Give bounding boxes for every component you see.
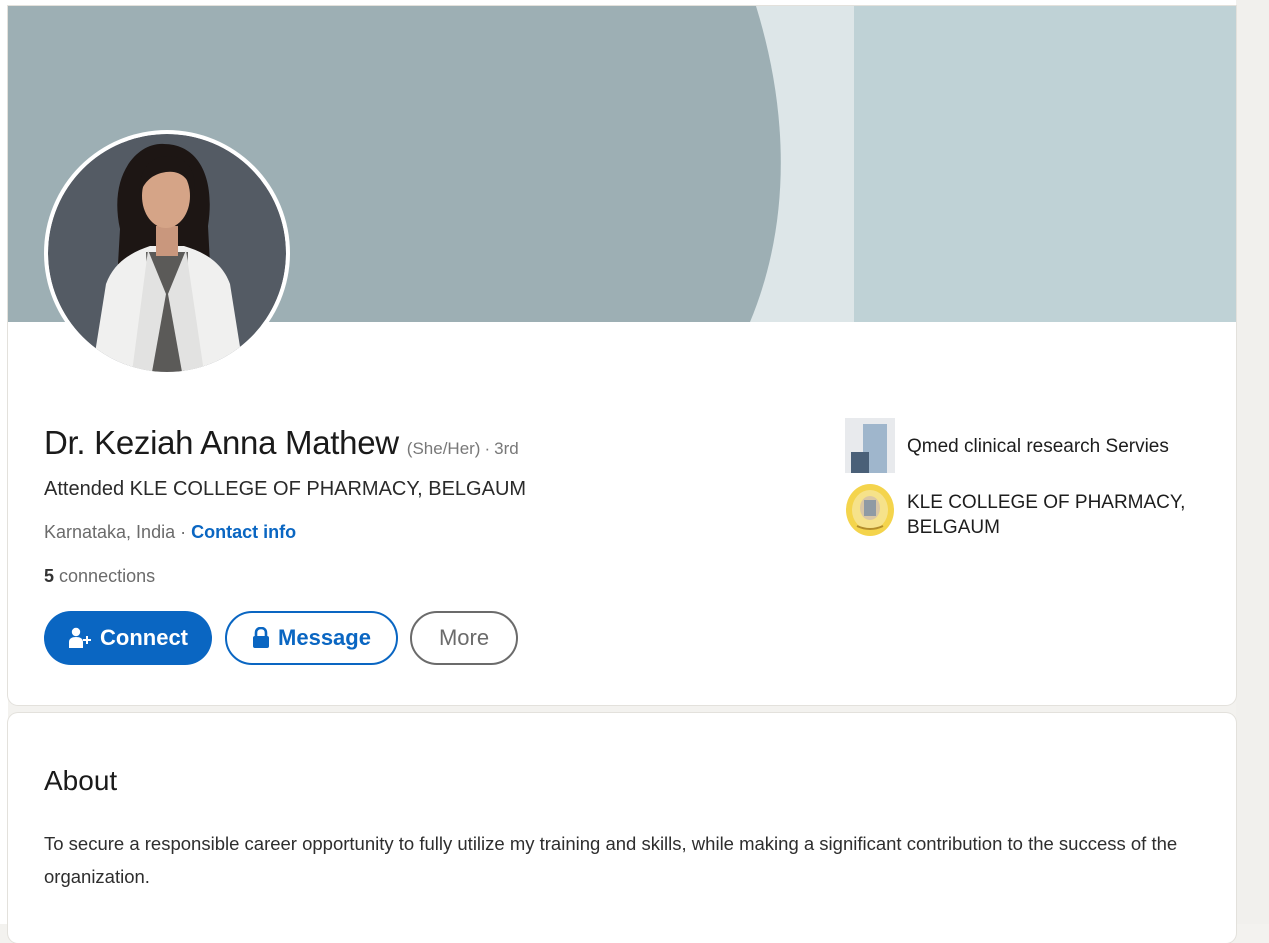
message-button[interactable]: Message bbox=[225, 611, 398, 665]
right-gutter bbox=[1236, 0, 1269, 924]
connect-button-label: Connect bbox=[100, 625, 188, 650]
affiliation-item-college[interactable]: KLE COLLEGE OF PHARMACY, BELGAUM bbox=[845, 482, 1207, 540]
connections-label: connections bbox=[59, 566, 156, 586]
profile-headline: Attended KLE COLLEGE OF PHARMACY, BELGAU… bbox=[44, 478, 527, 500]
more-button[interactable]: More bbox=[410, 611, 518, 665]
name-row: Dr. Keziah Anna Mathew (She/Her) · 3rd bbox=[44, 424, 519, 468]
location-separator: · bbox=[180, 522, 187, 542]
connect-button[interactable]: Connect bbox=[44, 611, 212, 665]
add-person-icon bbox=[68, 627, 92, 649]
college-name: KLE COLLEGE OF PHARMACY, BELGAUM bbox=[907, 492, 1186, 538]
about-text: To secure a responsible career opportuni… bbox=[44, 833, 1178, 887]
college-seal-icon bbox=[845, 482, 895, 537]
message-button-label: Message bbox=[278, 625, 371, 650]
profile-avatar[interactable] bbox=[44, 130, 290, 376]
degree-separator: · bbox=[484, 439, 491, 458]
profile-card: Dr. Keziah Anna Mathew (She/Her) · 3rd A… bbox=[8, 6, 1236, 705]
location-row: Karnataka, India · Contact info bbox=[44, 522, 296, 543]
profile-name: Dr. Keziah Anna Mathew bbox=[44, 424, 399, 461]
connection-degree: 3rd bbox=[494, 439, 519, 458]
about-card: About To secure a responsible career opp… bbox=[8, 713, 1236, 943]
lock-icon bbox=[252, 627, 270, 649]
company-logo-icon bbox=[845, 418, 895, 473]
contact-info-link[interactable]: Contact info bbox=[191, 522, 296, 542]
affiliation-item-company[interactable]: Qmed clinical research Servies bbox=[845, 418, 1207, 473]
connections-row[interactable]: 5 connections bbox=[44, 566, 155, 587]
left-strip bbox=[0, 0, 8, 924]
connections-count: 5 bbox=[44, 566, 55, 586]
company-name: Qmed clinical research Servies bbox=[907, 436, 1169, 457]
about-title: About bbox=[44, 765, 118, 796]
profile-pronouns: (She/Her) bbox=[406, 439, 481, 458]
more-button-label: More bbox=[438, 625, 490, 650]
profile-location: Karnataka, India bbox=[44, 522, 176, 542]
